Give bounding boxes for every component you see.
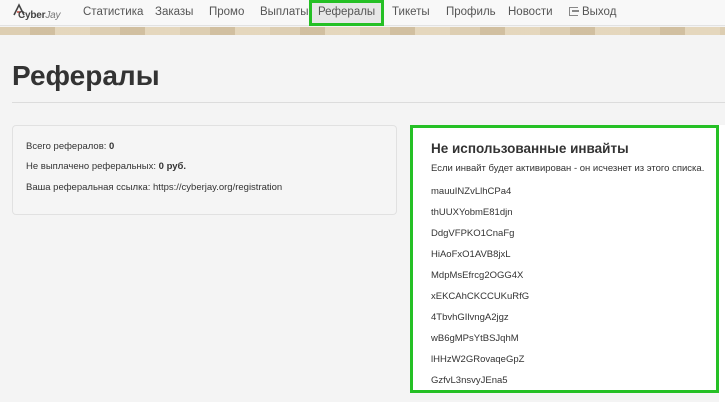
- unpaid-referral-value: 0 руб.: [158, 161, 187, 172]
- invite-code[interactable]: xEKCAhCKCCUKuRfG: [431, 291, 529, 302]
- nav-item-referrals[interactable]: Рефералы: [309, 0, 385, 26]
- total-referrals-value: 0: [109, 141, 115, 152]
- invite-code[interactable]: HiAoFxO1AVB8jxL: [431, 249, 511, 260]
- referral-link-value[interactable]: https://cyberjay.org/registration: [153, 182, 282, 193]
- brand-name: CyberJay: [18, 10, 61, 21]
- invite-code[interactable]: 4TbvhGIlvngA2jgz: [431, 312, 509, 323]
- invite-code[interactable]: lHHzW2GRovaqeGpZ: [431, 354, 524, 365]
- invite-code[interactable]: MdpMsEfrcg2OGG4X: [431, 270, 523, 281]
- top-navbar: CyberJay Статистика Заказы Промо Выплаты…: [0, 0, 725, 26]
- invite-code[interactable]: DdgVFPKO1CnaFg: [431, 228, 514, 239]
- nav-item-orders[interactable]: Заказы: [155, 0, 193, 26]
- invites-description: Если инвайт будет активирован - он исчез…: [431, 163, 705, 174]
- nav-item-profile[interactable]: Профиль: [446, 0, 496, 26]
- nav-item-statistics[interactable]: Статистика: [83, 0, 143, 26]
- logout-icon: [569, 7, 579, 16]
- referral-link: Ваша реферальная ссылка: https://cyberja…: [26, 182, 283, 193]
- total-referrals: Всего рефералов: 0: [26, 141, 115, 152]
- page-title: Рефералы: [12, 60, 160, 91]
- logout-label: Выход: [582, 6, 617, 18]
- unused-invites-panel: Не использованные инвайты Если инвайт бу…: [410, 125, 719, 393]
- nav-item-news[interactable]: Новости: [508, 0, 553, 26]
- nav-item-payouts[interactable]: Выплаты: [260, 0, 309, 26]
- nav-item-logout[interactable]: Выход: [569, 0, 616, 26]
- invites-title: Не использованные инвайты: [431, 141, 629, 156]
- referral-stats-panel: Всего рефералов: 0 Не выплачено рефераль…: [12, 125, 397, 215]
- decorative-header-strip: [0, 27, 725, 35]
- invite-code[interactable]: GzfvL3nsvyJEna5: [431, 375, 508, 386]
- invite-code[interactable]: thUUXYobmE81djn: [431, 207, 513, 218]
- invite-code[interactable]: mauuINZvLlhCPa4: [431, 186, 511, 197]
- brand-logo[interactable]: CyberJay: [12, 3, 62, 23]
- title-divider: [12, 102, 725, 103]
- nav-item-promo[interactable]: Промо: [209, 0, 244, 26]
- panel-edge: [719, 125, 725, 402]
- unpaid-referral-earnings: Не выплачено реферальных: 0 руб.: [26, 161, 187, 172]
- invite-code[interactable]: wB6gMPsYtBSJqhM: [431, 333, 519, 344]
- nav-item-tickets[interactable]: Тикеты: [392, 0, 430, 26]
